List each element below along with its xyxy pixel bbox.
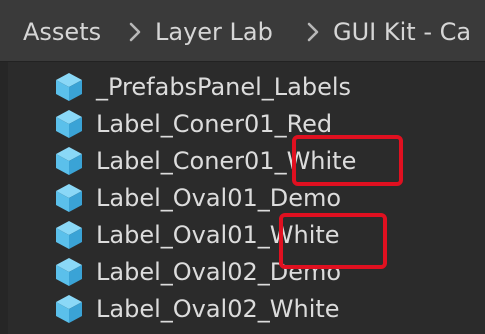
list-item[interactable]: Label_Coner01_White bbox=[8, 143, 485, 180]
list-item[interactable]: Label_Oval02_White bbox=[8, 291, 485, 328]
list-item[interactable]: Label_Oval01_Demo bbox=[8, 180, 485, 217]
list-item-label: Label_Oval02_White bbox=[96, 295, 340, 323]
breadcrumb-item-assets[interactable]: Assets bbox=[23, 18, 101, 46]
breadcrumb-item-layer-lab[interactable]: Layer Lab bbox=[155, 18, 273, 46]
prefab-cube-icon bbox=[56, 221, 82, 249]
prefab-cube-icon bbox=[56, 73, 82, 101]
prefab-cube-icon bbox=[56, 184, 82, 212]
project-asset-list: _PrefabsPanel_Labels Label_Coner01_Red L… bbox=[8, 62, 485, 334]
chevron-right-icon bbox=[307, 22, 319, 42]
list-item-label: Label_Coner01_Red bbox=[96, 110, 333, 138]
prefab-cube-icon bbox=[56, 258, 82, 286]
list-item-label: Label_Coner01_White bbox=[96, 147, 357, 175]
list-item[interactable]: Label_Coner01_Red bbox=[8, 106, 485, 143]
list-item[interactable]: Label_Oval02_Demo bbox=[8, 254, 485, 291]
list-item-label: Label_Oval01_White bbox=[96, 221, 340, 249]
list-item-label: Label_Oval02_Demo bbox=[96, 258, 342, 286]
breadcrumb-item-gui-kit[interactable]: GUI Kit - Ca bbox=[333, 18, 471, 46]
list-item-label: _PrefabsPanel_Labels bbox=[96, 73, 352, 101]
breadcrumb: Assets Layer Lab GUI Kit - Ca bbox=[0, 0, 485, 62]
list-item[interactable]: Label_Oval01_White bbox=[8, 217, 485, 254]
prefab-cube-icon bbox=[56, 147, 82, 175]
list-item[interactable]: _PrefabsPanel_Labels bbox=[8, 69, 485, 106]
panel-left-edge bbox=[0, 62, 8, 334]
chevron-right-icon bbox=[129, 22, 141, 42]
prefab-cube-icon bbox=[56, 295, 82, 323]
prefab-cube-icon bbox=[56, 110, 82, 138]
list-item-label: Label_Oval01_Demo bbox=[96, 184, 342, 212]
